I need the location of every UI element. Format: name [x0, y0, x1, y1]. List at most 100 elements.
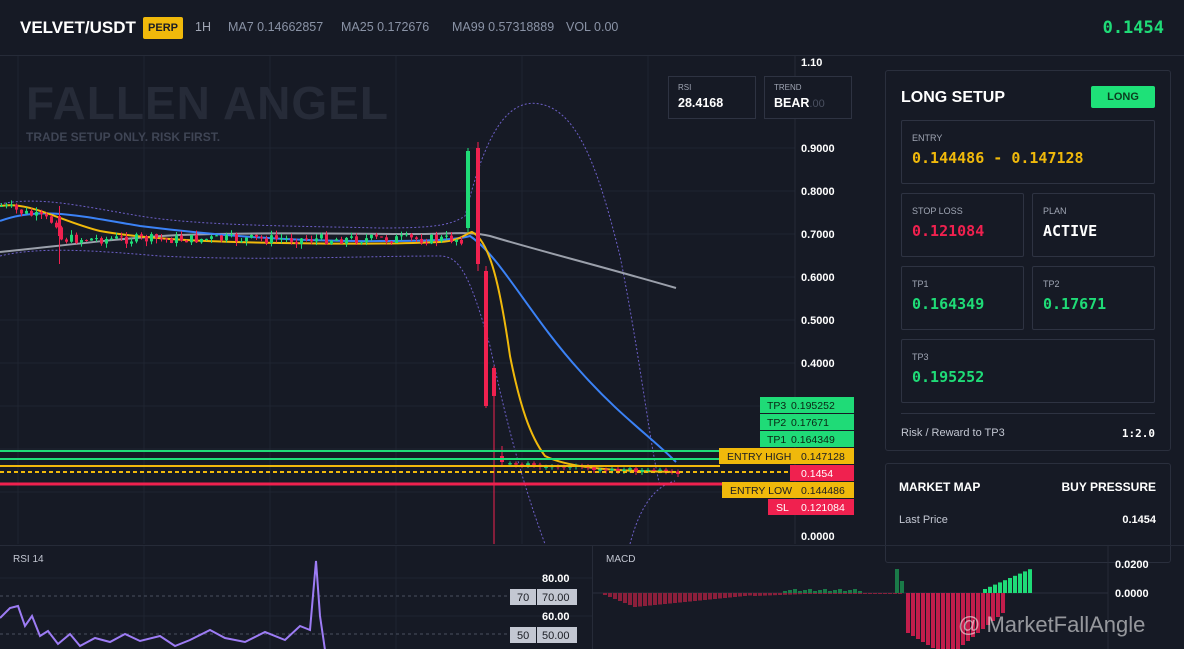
candle: [628, 468, 632, 470]
macd-bar: [926, 593, 930, 645]
candle: [135, 234, 138, 242]
divider: [901, 413, 1155, 414]
stop-loss-value: 0.121084: [912, 222, 985, 240]
candle: [185, 240, 188, 243]
macd-bar: [678, 593, 682, 603]
long-badge[interactable]: LONG: [1091, 86, 1155, 108]
macd-bar: [883, 593, 887, 594]
macd-bar: [863, 593, 867, 594]
rsi-chart[interactable]: 80.00 60.00 70 70.00 50 50.00 RSI 14: [0, 545, 592, 649]
last-price-label: Last Price: [899, 514, 948, 526]
candle: [30, 210, 33, 216]
macd-bar: [693, 593, 697, 601]
macd-bar: [853, 589, 857, 593]
trend-box: TREND BEAR.00: [764, 76, 852, 119]
candle: [320, 234, 323, 239]
macd-bar: [853, 593, 857, 594]
macd-bar: [921, 593, 925, 642]
candle: [420, 238, 423, 243]
macd-bar: [951, 593, 955, 649]
macd-bar: [1001, 593, 1005, 613]
rsi-tick: 60.00: [542, 611, 570, 623]
tp2-tag-value: 0.17671: [791, 417, 829, 429]
candle: [450, 235, 453, 242]
macd-bar: [773, 593, 777, 596]
sl-tag-value: 0.121084: [801, 502, 845, 514]
candle: [390, 241, 393, 244]
risk-reward-value: 1:2.0: [1121, 427, 1155, 440]
candle: [435, 234, 438, 242]
candle: [165, 238, 168, 240]
macd-bar: [793, 589, 797, 593]
candle: [265, 238, 268, 244]
macd-bar: [808, 589, 812, 593]
rsi-title: RSI 14: [13, 554, 44, 565]
macd-bar: [748, 593, 752, 596]
macd-title: MACD: [606, 554, 636, 565]
candle: [380, 236, 383, 238]
tp2-tag-label: TP2: [767, 417, 786, 429]
candle: [235, 234, 238, 242]
candle: [425, 242, 428, 244]
candle: [95, 238, 98, 240]
macd-bar: [900, 581, 904, 593]
axis-tick: 0.5000: [801, 315, 835, 327]
tp2-value: 0.17671: [1043, 295, 1107, 313]
candle: [508, 463, 512, 465]
candle: [0, 205, 3, 207]
candle: [210, 236, 213, 239]
last-price-value: 0.1454: [1122, 514, 1156, 526]
macd-bar: [873, 593, 877, 594]
timeframe-label[interactable]: 1H: [195, 20, 211, 34]
macd-bar: [803, 593, 807, 594]
candle: [445, 235, 448, 237]
macd-bar: [788, 590, 792, 593]
price-chart[interactable]: 1.10 0.9000 0.8000 0.7000 0.6000 0.5000 …: [0, 56, 870, 544]
candle: [125, 236, 128, 244]
macd-bar: [743, 593, 747, 596]
entry-low-tag-label: ENTRY LOW: [730, 485, 792, 497]
candle: [375, 234, 378, 237]
macd-bar: [703, 593, 707, 600]
macd-bar: [936, 593, 940, 649]
macd-bar: [838, 593, 842, 594]
candle: [110, 238, 113, 240]
candle: [658, 469, 662, 471]
macd-bar: [828, 593, 832, 594]
watermark-title: FALLEN ANGEL: [26, 77, 389, 129]
candle: [592, 467, 596, 470]
symbol-label[interactable]: VELVET/USDT: [20, 18, 136, 38]
candle: [275, 235, 278, 239]
macd-bar: [931, 593, 935, 648]
macd-bar: [906, 593, 910, 633]
candle: [466, 151, 470, 228]
candle: [130, 241, 133, 244]
macd-bar: [888, 593, 892, 594]
candle: [15, 204, 18, 210]
top-bar: VELVET/USDT PERP 1H MA7 0.14662857 MA25 …: [0, 0, 1184, 56]
macd-bar: [638, 593, 642, 607]
macd-bar: [788, 593, 792, 595]
candle: [285, 238, 288, 240]
candle: [355, 236, 358, 244]
axis-tick: 0.4000: [801, 358, 835, 370]
entry-low-tag-value: 0.144486: [801, 485, 845, 497]
candle: [335, 239, 338, 241]
candle: [260, 237, 263, 239]
macd-bar: [1003, 580, 1007, 593]
macd-bar: [763, 593, 767, 596]
candle: [195, 234, 198, 243]
axis-tick: 0.9000: [801, 143, 835, 155]
entry-value: 0.144486 - 0.147128: [912, 149, 1084, 167]
candle: [35, 212, 38, 216]
macd-bar: [998, 582, 1002, 593]
macd-bar: [828, 591, 832, 593]
macd-bar: [688, 593, 692, 602]
candle: [622, 469, 626, 471]
macd-bar: [643, 593, 647, 606]
rsi-chart-canvas[interactable]: 80.00 60.00 70 70.00 50 50.00: [0, 546, 592, 649]
tp1-label: TP1: [912, 279, 929, 289]
candle: [225, 235, 228, 241]
entry-label: ENTRY: [912, 133, 943, 143]
macd-bar: [648, 593, 652, 606]
